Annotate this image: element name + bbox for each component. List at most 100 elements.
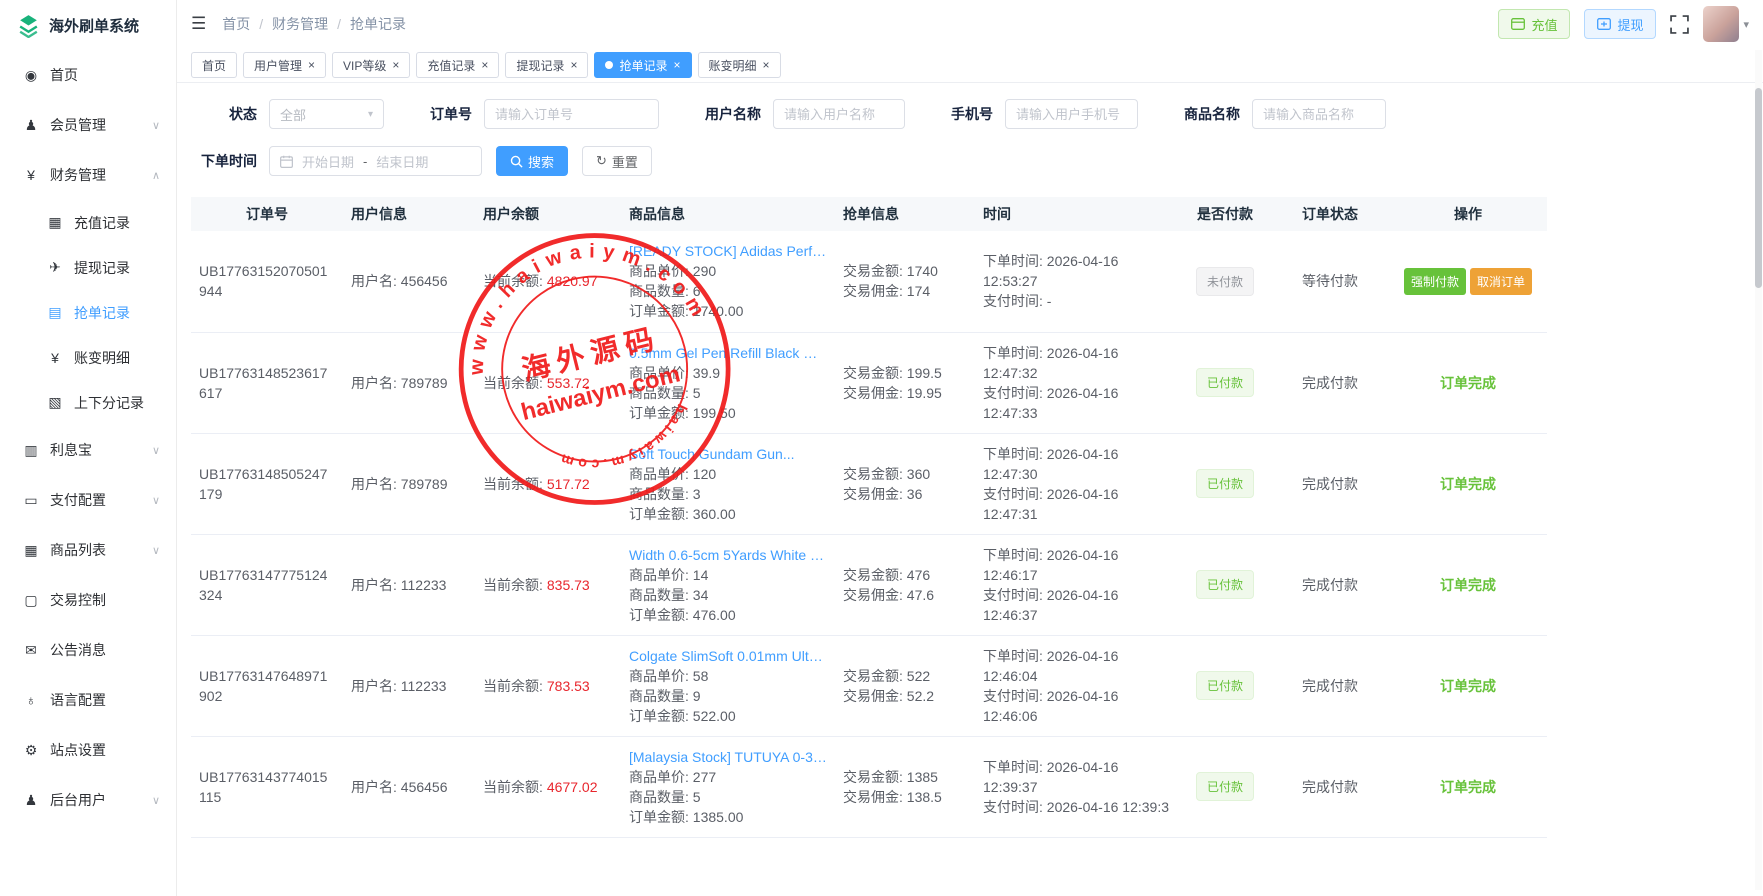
- product-title-link[interactable]: Width 0.6-5cm 5Yards White Bla...: [629, 545, 827, 565]
- order-status: 完成付款: [1302, 678, 1358, 694]
- balance-value: 835.73: [547, 577, 590, 593]
- table-header-cell: 商品信息: [621, 197, 835, 231]
- sidebar-subitem-withdraw-records[interactable]: ✈提现记录: [0, 245, 176, 290]
- sidebar-subitem-recharge-records[interactable]: ▦ 充值记录: [0, 200, 176, 245]
- recharge-button[interactable]: 充值: [1498, 9, 1570, 39]
- sidebar-item-home[interactable]: ◉首页: [0, 50, 176, 100]
- product-title-link[interactable]: [READY STOCK] Adidas Perfor...: [629, 241, 827, 261]
- sidebar-item-announcements[interactable]: ✉公告消息: [0, 625, 176, 675]
- product-name-input[interactable]: [1252, 99, 1386, 129]
- time-cell: 下单时间: 2026-04-16 12:53:27支付时间: -: [975, 231, 1179, 332]
- topbar: ☰ 首页/财务管理/抢单记录 充值 提现: [177, 0, 1763, 48]
- scrollbar[interactable]: [1755, 50, 1762, 890]
- order-amount: 订单金额: 1740.00: [629, 301, 827, 321]
- recharge-icon: ▦: [46, 214, 64, 231]
- balance-label: 当前余额:: [483, 678, 543, 694]
- message-icon: ✉: [22, 642, 40, 659]
- product-quantity: 商品数量: 6: [629, 281, 827, 301]
- pay-time: 支付时间: 2026-04-16 12:47:31: [983, 484, 1171, 524]
- username-input[interactable]: [773, 99, 905, 129]
- close-icon[interactable]: ×: [763, 59, 770, 71]
- orders-table: 订单号用户信息用户余额商品信息抢单信息时间是否付款订单状态操作 UB177631…: [191, 197, 1547, 838]
- tab-grab-records[interactable]: 抢单记录×: [594, 52, 691, 78]
- chevron-down-icon: ▾: [368, 109, 373, 120]
- close-icon[interactable]: ×: [392, 59, 399, 71]
- product-title-link[interactable]: 0.5mm Gel Pen Refill Black Red ...: [629, 343, 827, 363]
- close-icon[interactable]: ×: [673, 59, 680, 71]
- fullscreen-icon[interactable]: [1670, 15, 1689, 34]
- tab-user-management[interactable]: 用户管理×: [243, 52, 326, 78]
- user-info-cell: 用户名: 789789: [343, 332, 475, 433]
- payment-status-badge: 未付款: [1196, 267, 1254, 296]
- actions-cell: 订单完成: [1389, 635, 1547, 736]
- sidebar-item-trade-control[interactable]: ▢交易控制: [0, 575, 176, 625]
- table-body: UB17763152070501944用户名: 456456当前余额:4820.…: [191, 231, 1547, 837]
- chevron-up-icon: ∧: [152, 169, 160, 182]
- chevron-down-icon: ∨: [152, 119, 160, 132]
- sidebar-subitem-account-changes[interactable]: ¥账变明细: [0, 335, 176, 380]
- sidebar-subitem-label: 账变明细: [74, 348, 130, 368]
- members-icon: ♟: [22, 117, 40, 134]
- settings-icon: ⚙: [22, 742, 40, 759]
- search-button[interactable]: 搜索: [496, 146, 568, 176]
- product-title-link[interactable]: Colgate SlimSoft 0.01mm Ultra ...: [629, 646, 827, 666]
- sidebar-subitem-label: 充值记录: [74, 213, 130, 233]
- sidebar-item-payment-config[interactable]: ▭支付配置∨: [0, 475, 176, 525]
- withdraw-button[interactable]: 提现: [1584, 9, 1656, 39]
- order-complete-label: 订单完成: [1440, 678, 1496, 694]
- product-info-cell: 0.5mm Gel Pen Refill Black Red ...商品单价: …: [621, 332, 835, 433]
- close-icon[interactable]: ×: [570, 59, 577, 71]
- trade-commission: 交易佣金: 138.5: [843, 787, 967, 807]
- sidebar-item-interest[interactable]: ▥利息宝∨: [0, 425, 176, 475]
- date-end-placeholder: 结束日期: [376, 152, 428, 171]
- user-info: 用户名: 789789: [351, 373, 467, 393]
- breadcrumb-item[interactable]: 首页: [222, 14, 250, 34]
- date-range-picker[interactable]: 开始日期 - 结束日期: [269, 146, 482, 176]
- sidebar-subitem-grab-records[interactable]: ▤抢单记录: [0, 290, 176, 335]
- balance-value: 553.72: [547, 375, 590, 391]
- force-pay-button[interactable]: 强制付款: [1404, 268, 1466, 295]
- product-title-link[interactable]: [Malaysia Stock] TUTUYA 0-3 Ye...: [629, 747, 827, 767]
- avatar: [1703, 6, 1739, 42]
- sidebar-item-members[interactable]: ♟会员管理∨: [0, 100, 176, 150]
- sidebar-toggle-icon[interactable]: ☰: [191, 14, 206, 34]
- breadcrumb-item[interactable]: 财务管理: [272, 14, 328, 34]
- tab-vip-level[interactable]: VIP等级×: [332, 52, 410, 78]
- sidebar-item-language-config[interactable]: ♁语言配置: [0, 675, 176, 725]
- table-header-row: 订单号用户信息用户余额商品信息抢单信息时间是否付款订单状态操作: [191, 197, 1547, 231]
- grab-info-cell: 交易金额: 522交易佣金: 52.2: [835, 635, 975, 736]
- tab-withdraw-records[interactable]: 提现记录×: [505, 52, 588, 78]
- table-row: UB17763148523617617 用户名: 789789 当前余额:553.7…: [191, 332, 1547, 433]
- tab-home[interactable]: 首页: [191, 52, 237, 78]
- pay-time: 支付时间: 2026-04-16 12:47:33: [983, 383, 1171, 423]
- product-quantity: 商品数量: 5: [629, 787, 827, 807]
- tab-account-changes[interactable]: 账变明细×: [698, 52, 781, 78]
- order-no-input[interactable]: [484, 99, 659, 129]
- reset-button[interactable]: ↻ 重置: [582, 146, 652, 176]
- trade-icon: ▢: [22, 592, 40, 609]
- order-status: 完成付款: [1302, 375, 1358, 391]
- pay-time: 支付时间: 2026-04-16 12:46:37: [983, 585, 1171, 625]
- sidebar-item-finance[interactable]: ¥财务管理∧: [0, 150, 176, 200]
- user-balance-cell: 当前余额:553.72: [475, 332, 621, 433]
- product-title-link[interactable]: Soft Touch Gundam Gun...: [629, 444, 827, 464]
- recharge-label: 充值: [1531, 15, 1557, 34]
- phone-input[interactable]: [1005, 99, 1138, 129]
- sidebar-item-admin-users[interactable]: ♟后台用户∨: [0, 775, 176, 825]
- close-icon[interactable]: ×: [481, 59, 488, 71]
- user-menu[interactable]: ▾: [1703, 6, 1749, 42]
- scrollbar-thumb[interactable]: [1755, 88, 1762, 288]
- order-no-cell: UB17763152070501944: [191, 231, 343, 332]
- product-quantity: 商品数量: 5: [629, 383, 827, 403]
- tab-recharge-records[interactable]: 充值记录×: [416, 52, 499, 78]
- sidebar-item-site-settings[interactable]: ⚙站点设置: [0, 725, 176, 775]
- order-no-cell: UB17763148523617617: [191, 332, 343, 433]
- sidebar-item-product-list[interactable]: ▦商品列表∨: [0, 525, 176, 575]
- sidebar-subitem-score-records[interactable]: ▧上下分记录: [0, 380, 176, 425]
- status-select-value: 全部: [280, 105, 306, 124]
- cancel-order-button[interactable]: 取消订单: [1470, 268, 1532, 295]
- breadcrumb-item[interactable]: 抢单记录: [350, 14, 406, 34]
- status-select[interactable]: 全部 ▾: [269, 99, 384, 129]
- pay-status-cell: 已付款: [1179, 736, 1271, 837]
- close-icon[interactable]: ×: [308, 59, 315, 71]
